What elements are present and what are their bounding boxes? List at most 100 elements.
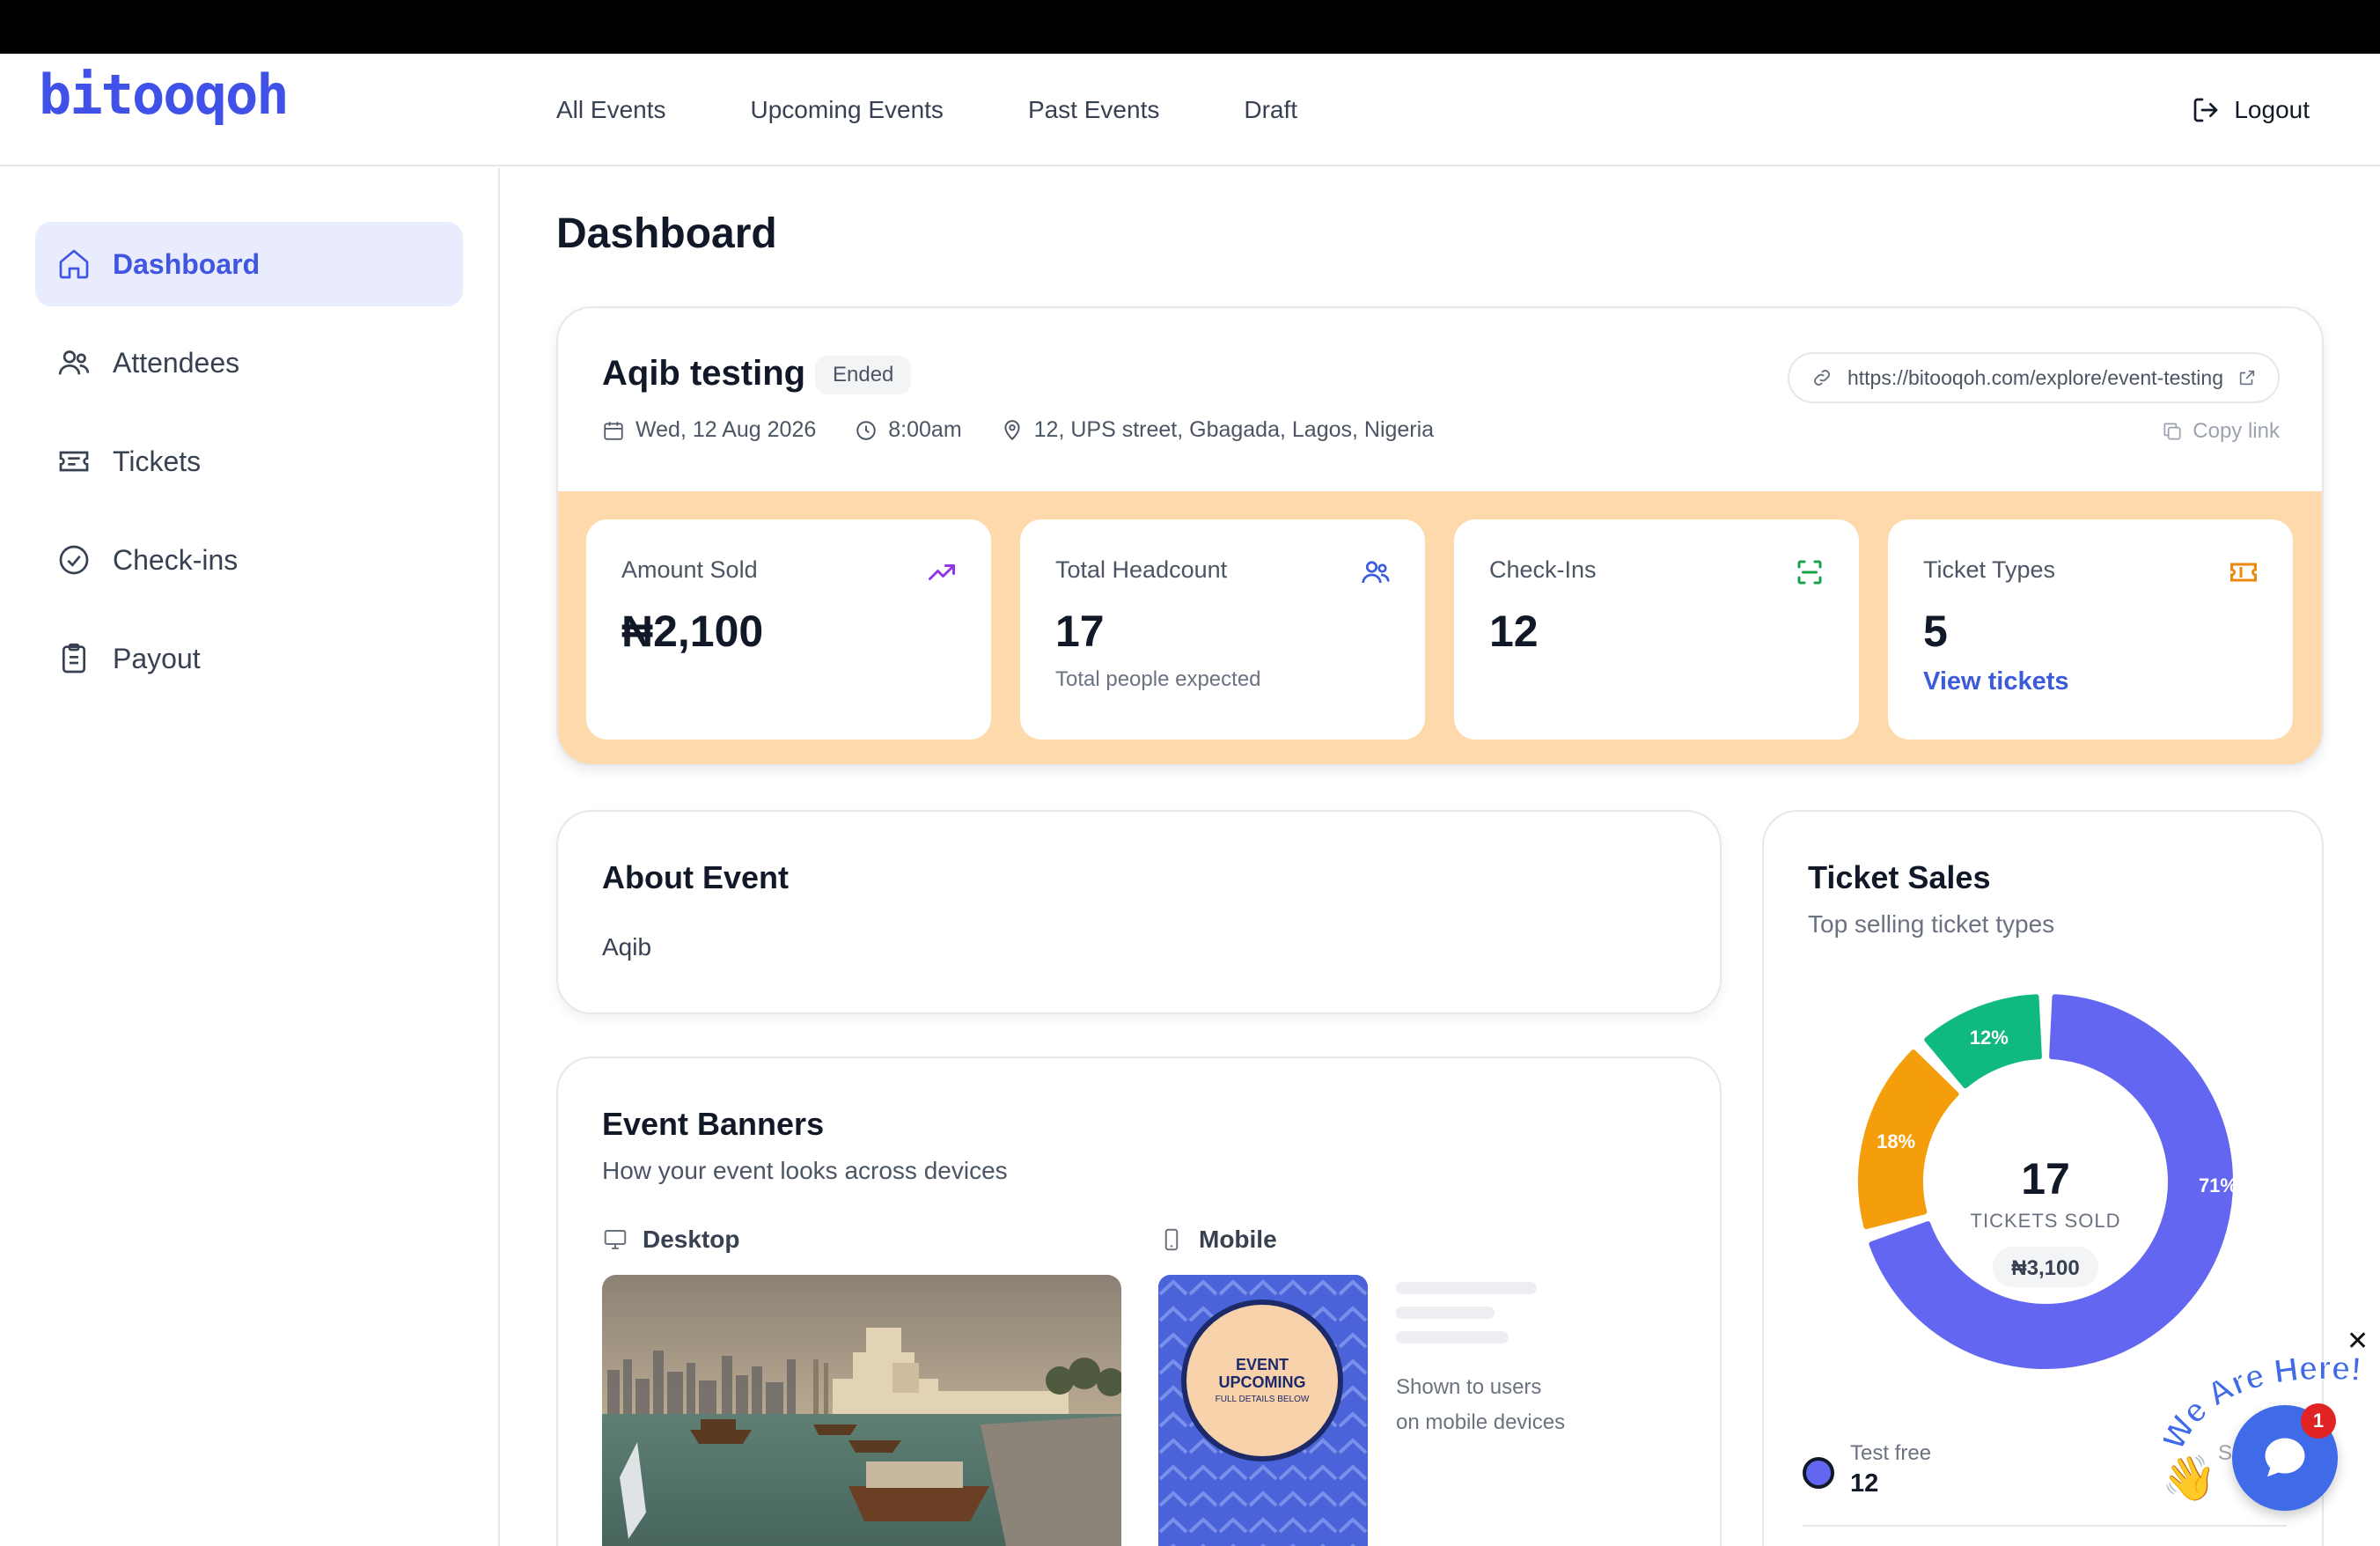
waving-hand-icon: 👋 <box>2162 1454 2217 1503</box>
page-title: Dashboard <box>556 210 777 257</box>
sidebar-item-check-ins[interactable]: Check-ins <box>35 518 463 602</box>
view-tickets-link[interactable]: View tickets <box>1923 667 2069 696</box>
nav-upcoming-events[interactable]: Upcoming Events <box>751 96 944 124</box>
nav-all-events[interactable]: All Events <box>556 96 666 124</box>
skeleton-line <box>1396 1282 1537 1294</box>
stat-card-check-ins: Check-Ins 12 <box>1454 519 1859 740</box>
about-title: About Event <box>602 859 789 895</box>
calendar-icon <box>604 421 623 440</box>
stat-label: Amount Sold <box>621 556 758 583</box>
users-icon <box>58 350 90 375</box>
sidebar-item-label: Attendees <box>113 346 240 379</box>
stat-label: Total Headcount <box>1055 556 1228 583</box>
poster-line-2: UPCOMING <box>1219 1373 1306 1391</box>
stat-label: Check-Ins <box>1489 556 1597 583</box>
event-time: 8:00am <box>888 417 962 442</box>
copy-link-label: Copy link <box>2193 419 2280 443</box>
trending-up-icon <box>929 564 955 580</box>
legend-name: Test free <box>1850 1441 1932 1465</box>
sales-title: Ticket Sales <box>1808 859 1991 895</box>
donut-slice-label-2: 12% <box>1970 1027 2009 1049</box>
skeleton-line <box>1396 1307 1495 1319</box>
scan-icon <box>1797 560 1822 585</box>
chat-unread-badge: 1 <box>2301 1403 2336 1439</box>
stat-card-ticket-types: Ticket Types 5 View tickets <box>1888 519 2293 740</box>
sidebar-item-label: Tickets <box>113 445 202 477</box>
event-name: Aqib testing <box>602 354 806 393</box>
stat-value: 5 <box>1923 607 1948 656</box>
donut-slice-label-0: 71% <box>2199 1174 2237 1196</box>
desktop-label-text: Desktop <box>643 1226 740 1253</box>
sidebar-item-label: Payout <box>113 642 201 674</box>
users-icon <box>1362 561 1390 584</box>
stat-value: 12 <box>1489 607 1539 656</box>
donut-center-amount: ₦3,100 <box>2011 1256 2079 1280</box>
mobile-note-line-1: Shown to users <box>1396 1375 1542 1399</box>
stat-card-amount-sold: Amount Sold ₦2,100 <box>586 519 991 740</box>
home-icon <box>59 249 89 279</box>
nav-past-events[interactable]: Past Events <box>1028 96 1159 124</box>
sidebar: Dashboard Attendees Tickets Check-ins Pa… <box>0 168 500 1546</box>
ticket-sales-donut-chart: 71% 18% 12% 17 TICKETS SOLD ₦3,100 <box>1858 994 2237 1369</box>
event-banners-card: Event Banners How your event looks acros… <box>556 1056 1722 1546</box>
stats-band: Amount Sold ₦2,100 Total Headcount 17 To… <box>558 491 2322 764</box>
skeleton-line <box>1396 1331 1509 1344</box>
sidebar-item-payout[interactable]: Payout <box>35 616 463 701</box>
sidebar-item-label: Check-ins <box>113 543 239 576</box>
chat-bubble-icon <box>2265 1438 2305 1477</box>
stat-label: Ticket Types <box>1923 556 2056 583</box>
poster-line-3: FULL DETAILS BELOW <box>1216 1395 1310 1404</box>
ticket-icon <box>59 451 89 472</box>
donut-center-label: TICKETS SOLD <box>1971 1210 2121 1232</box>
event-summary-card: Aqib testing Ended Wed, 12 Aug 2026 8:00… <box>556 306 2324 766</box>
copy-icon <box>2163 423 2181 440</box>
desktop-banner-image <box>602 1275 1121 1546</box>
mobile-banner-image: EVENT UPCOMING FULL DETAILS BELOW <box>1158 1275 1368 1546</box>
mobile-note: Shown to users on mobile devices <box>1396 1370 1565 1440</box>
smartphone-icon <box>1164 1228 1179 1251</box>
event-meta: Wed, 12 Aug 2026 8:00am 12, UPS street, … <box>602 417 1434 443</box>
legend-swatch <box>1803 1457 1834 1489</box>
app-header: bitooqoh All Events Upcoming Events Past… <box>0 54 2380 166</box>
event-location: 12, UPS street, Gbagada, Lagos, Nigeria <box>1033 417 1435 442</box>
mobile-note-line-2: on mobile devices <box>1396 1410 1566 1434</box>
desktop-label: Desktop <box>602 1226 739 1254</box>
clock-icon <box>856 420 876 440</box>
sales-subtitle: Top selling ticket types <box>1808 910 2055 938</box>
legend-value: 12 <box>1850 1469 1879 1498</box>
stat-value: 17 <box>1055 607 1105 656</box>
status-badge: Ended <box>815 356 912 394</box>
sidebar-item-tickets[interactable]: Tickets <box>35 419 463 504</box>
donut-center-total: 17 <box>2021 1154 2070 1204</box>
ticket-icon <box>2230 563 2257 582</box>
banners-title: Event Banners <box>602 1106 825 1142</box>
external-link-icon <box>2239 370 2255 386</box>
mobile-label-text: Mobile <box>1199 1226 1277 1253</box>
check-circle-icon <box>59 545 89 575</box>
about-event-card: About Event Aqib <box>556 810 1722 1014</box>
copy-link-button[interactable]: Copy link <box>2161 419 2280 444</box>
about-text: Aqib <box>602 933 652 961</box>
clipboard-icon <box>62 643 85 674</box>
event-url-link[interactable]: https://bitooqoh.com/explore/event-testi… <box>1787 352 2280 403</box>
stat-value: ₦2,100 <box>621 607 764 656</box>
mobile-label: Mobile <box>1158 1226 1277 1254</box>
brand-logo[interactable]: bitooqoh <box>39 63 290 127</box>
poster-line-1: EVENT <box>1236 1356 1289 1373</box>
nav-draft[interactable]: Draft <box>1244 96 1297 124</box>
sidebar-item-dashboard[interactable]: Dashboard <box>35 222 463 306</box>
banners-subtitle: How your event looks across devices <box>602 1157 1008 1184</box>
logout-label: Logout <box>2234 96 2310 123</box>
sidebar-item-label: Dashboard <box>113 247 261 280</box>
legend-divider <box>1803 1525 2287 1527</box>
location-pin-icon <box>1004 419 1020 440</box>
monitor-icon <box>604 1230 627 1249</box>
logout-icon <box>2194 98 2218 122</box>
top-nav: All Events Upcoming Events Past Events D… <box>556 54 1297 166</box>
event-url: https://bitooqoh.com/explore/event-testi… <box>1847 365 2223 389</box>
system-top-bar <box>0 0 2380 54</box>
stat-card-total-headcount: Total Headcount 17 Total people expected <box>1020 519 1425 740</box>
stat-sub: Total people expected <box>1055 667 1261 691</box>
logout-button[interactable]: Logout <box>2192 54 2310 166</box>
sidebar-item-attendees[interactable]: Attendees <box>35 320 463 405</box>
